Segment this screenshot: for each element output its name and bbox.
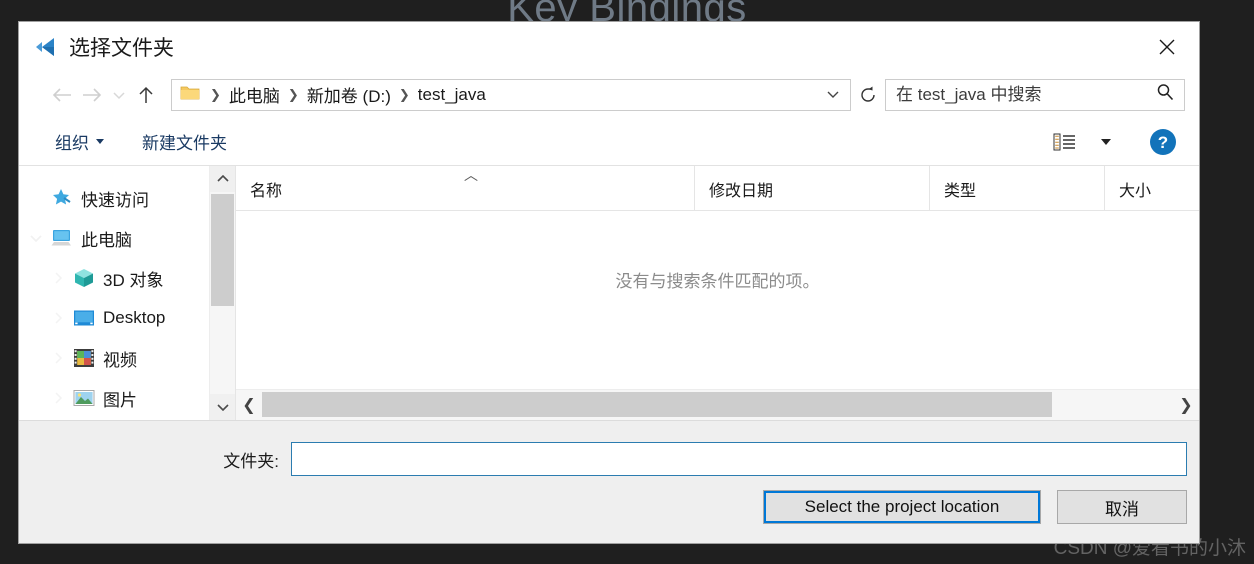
file-list-pane: 名称 ︿ 修改日期 类型 大小 没有与搜索条件匹配的项。 ❮ ❯: [235, 166, 1199, 420]
videos-icon: [71, 348, 97, 368]
sort-ascending-icon: ︿: [464, 167, 478, 183]
scrollbar-thumb[interactable]: [262, 392, 1052, 417]
column-header-name[interactable]: 名称 ︿: [236, 166, 694, 210]
tree-item-label: 3D 对象: [103, 270, 164, 290]
folder-input[interactable]: [291, 442, 1187, 476]
command-toolbar: 组织 新建文件夹 ?: [19, 118, 1199, 166]
recent-locations-chevron-down-icon[interactable]: [107, 80, 131, 110]
dialog-body: 快速访问 此电脑 3D 对象 Desktop 视频 图片 名称 ︿ 修改日期 类…: [19, 166, 1199, 420]
tree-item-this-pc[interactable]: 此电脑: [19, 218, 235, 258]
scrollbar-track[interactable]: [262, 390, 1173, 420]
folder-field-row: 文件夹:: [19, 442, 1187, 476]
up-one-level-button[interactable]: [131, 80, 161, 110]
dialog-footer: 文件夹: Select the project location 取消: [19, 420, 1199, 543]
folder-icon: [180, 84, 200, 106]
new-folder-label: 新建文件夹: [142, 134, 227, 153]
tree-item-label: 此电脑: [81, 230, 132, 250]
tree-item-label: 图片: [103, 390, 137, 410]
scrollbar-thumb[interactable]: [211, 194, 234, 306]
select-folder-button[interactable]: Select the project location: [763, 490, 1041, 524]
caret-down-icon: [96, 139, 104, 144]
chevron-right-icon[interactable]: [45, 272, 71, 284]
breadcrumb-item-1[interactable]: 新加卷 (D:): [305, 82, 393, 107]
tree-item-quick-access[interactable]: 快速访问: [19, 178, 235, 218]
dialog-titlebar: 选择文件夹: [19, 22, 1199, 71]
toolbar-right-group: ?: [1047, 128, 1185, 156]
vscode-icon: [33, 34, 59, 60]
address-bar[interactable]: ❯ 此电脑 ❯ 新加卷 (D:) ❯ test_java: [171, 78, 851, 111]
view-options-icon[interactable]: [1047, 128, 1083, 156]
close-icon[interactable]: [1135, 22, 1199, 71]
file-list-area[interactable]: 没有与搜索条件匹配的项。: [236, 211, 1199, 389]
organize-button[interactable]: 组织: [47, 124, 112, 159]
help-icon[interactable]: ?: [1149, 128, 1177, 156]
scroll-down-chevron-down-icon[interactable]: [210, 394, 235, 420]
column-header-date-modified[interactable]: 修改日期: [694, 166, 929, 210]
column-header-size[interactable]: 大小: [1104, 166, 1164, 210]
cancel-button[interactable]: 取消: [1057, 490, 1187, 524]
3d-objects-icon: [71, 267, 97, 289]
column-label: 修改日期: [709, 183, 774, 200]
tree-item-pictures[interactable]: 图片: [19, 378, 235, 418]
column-header-type[interactable]: 类型: [929, 166, 1104, 210]
scroll-left-chevron-left-icon[interactable]: ❮: [236, 390, 262, 420]
tree-item-label: 视频: [103, 350, 137, 370]
this-pc-icon: [49, 227, 75, 249]
address-chevron-down-icon[interactable]: [816, 88, 850, 102]
breadcrumb-item-2[interactable]: test_java: [416, 85, 488, 105]
dialog-title: 选择文件夹: [69, 36, 174, 60]
organize-label: 组织: [55, 134, 89, 153]
column-label: 大小: [1119, 183, 1152, 200]
search-icon[interactable]: [1146, 83, 1184, 106]
breadcrumb-separator: ❯: [287, 86, 299, 102]
select-folder-dialog: 选择文件夹 ❯ 此电脑 ❯ 新加卷 (D:) ❯ test_java 在 tes…: [18, 21, 1200, 544]
tree-item-videos[interactable]: 视频: [19, 338, 235, 378]
breadcrumb-separator: ❯: [398, 86, 410, 102]
view-options-caret-down-icon[interactable]: [1101, 138, 1111, 145]
forward-button[interactable]: [77, 80, 107, 110]
chevron-right-icon[interactable]: [45, 312, 71, 324]
svg-text:?: ?: [1158, 133, 1168, 152]
pictures-icon: [71, 389, 97, 407]
navigation-tree: 快速访问 此电脑 3D 对象 Desktop 视频 图片: [19, 166, 235, 420]
new-folder-button[interactable]: 新建文件夹: [134, 124, 235, 159]
chevron-right-icon[interactable]: [45, 392, 71, 404]
search-input[interactable]: [886, 83, 1146, 106]
tree-item-label: 快速访问: [81, 190, 149, 210]
column-label: 类型: [944, 183, 977, 200]
back-button[interactable]: [47, 80, 77, 110]
file-list-horizontal-scrollbar[interactable]: ❮ ❯: [236, 389, 1199, 420]
chevron-right-icon[interactable]: [45, 352, 71, 364]
navigation-bar: ❯ 此电脑 ❯ 新加卷 (D:) ❯ test_java: [19, 71, 1199, 118]
folder-label: 文件夹:: [223, 451, 279, 471]
refresh-icon[interactable]: [853, 80, 883, 110]
star-pin-icon: [49, 187, 75, 209]
tree-item-3d-objects[interactable]: 3D 对象: [19, 258, 235, 298]
breadcrumb-separator: ❯: [210, 86, 221, 102]
scroll-right-chevron-right-icon[interactable]: ❯: [1173, 390, 1199, 420]
footer-button-row: Select the project location 取消: [763, 490, 1187, 524]
breadcrumb-item-0[interactable]: 此电脑: [227, 82, 282, 107]
search-box[interactable]: [885, 78, 1185, 111]
scroll-up-chevron-up-icon[interactable]: [210, 166, 235, 192]
tree-vertical-scrollbar[interactable]: [209, 166, 235, 420]
column-label: 名称: [250, 183, 283, 200]
column-headers: 名称 ︿ 修改日期 类型 大小: [236, 166, 1199, 211]
desktop-icon: [71, 309, 97, 327]
empty-state-message: 没有与搜索条件匹配的项。: [615, 272, 820, 291]
tree-item-desktop[interactable]: Desktop: [19, 298, 235, 338]
chevron-down-icon[interactable]: [23, 234, 49, 243]
tree-item-label: Desktop: [103, 308, 166, 327]
